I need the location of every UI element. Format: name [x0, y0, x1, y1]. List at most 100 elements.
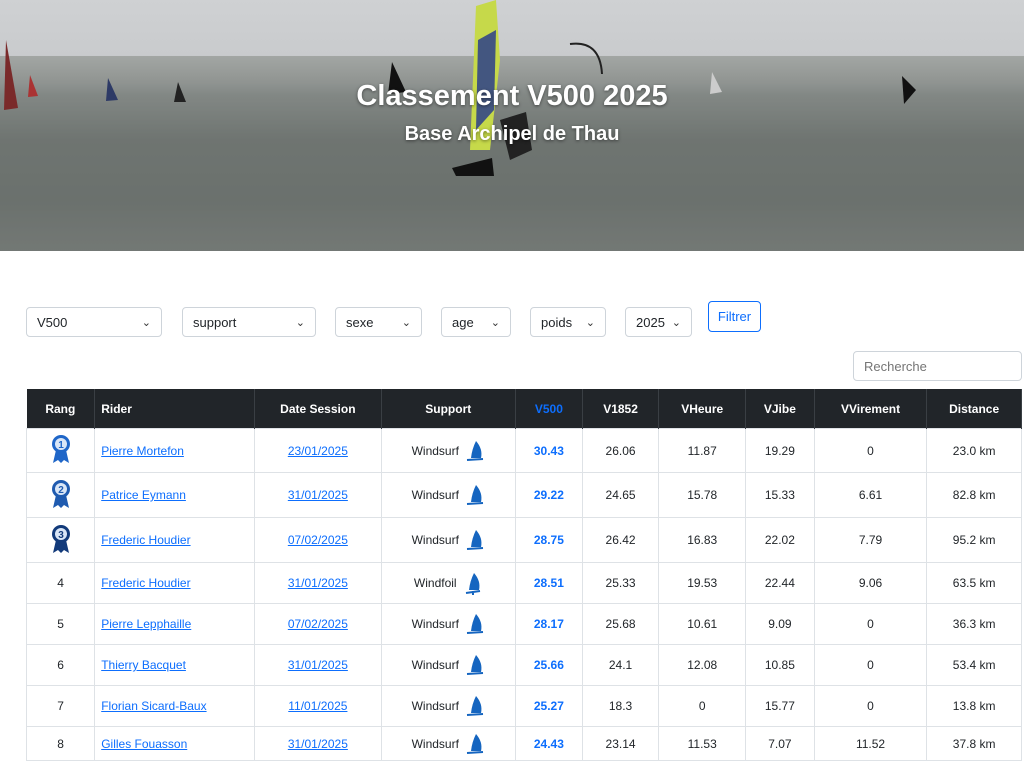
- rider-cell: Thierry Bacquet: [94, 644, 256, 686]
- rider-link[interactable]: Patrice Eymann: [101, 488, 186, 502]
- windsurf-icon: [466, 530, 483, 550]
- windsurf-icon: [466, 485, 483, 505]
- vvirement-cell: 7.79: [813, 517, 928, 563]
- rider-cell: Frederic Houdier: [94, 562, 256, 604]
- session-date-link[interactable]: 23/01/2025: [288, 444, 348, 458]
- session-date-link[interactable]: 07/02/2025: [288, 617, 348, 631]
- vheure-cell: 11.87: [658, 428, 747, 473]
- rider-link[interactable]: Gilles Fouasson: [101, 737, 187, 751]
- vvirement-cell: 0: [813, 603, 928, 645]
- v500-cell: 30.43: [515, 428, 583, 473]
- session-date-link[interactable]: 11/01/2025: [288, 699, 347, 713]
- table-row: 5 Pierre Lepphaille 07/02/2025 Windsurf 28.1…: [25, 603, 1022, 645]
- header-vjibe[interactable]: VJibe: [745, 389, 815, 429]
- vjibe-cell: 19.29: [745, 428, 815, 473]
- rank-cell: 7: [25, 685, 96, 727]
- support-cell: Windsurf: [380, 644, 517, 686]
- header-v1852[interactable]: V1852: [582, 389, 660, 429]
- date-cell: 31/01/2025: [254, 472, 382, 518]
- rider-link[interactable]: Thierry Bacquet: [101, 658, 186, 672]
- support-cell: Windsurf: [380, 428, 517, 473]
- table-row: 3 Frederic Houdier 07/02/2025 Windsurf 28.75…: [25, 517, 1022, 563]
- vheure-cell: 15.78: [658, 472, 747, 518]
- rank-cell: 4: [25, 562, 96, 604]
- rider-link[interactable]: Frederic Houdier: [101, 533, 190, 547]
- table-row: 1 Pierre Mortefon 23/01/2025 Windsurf 30.43 2…: [25, 428, 1022, 473]
- session-date-link[interactable]: 31/01/2025: [288, 658, 348, 672]
- vheure-cell: 11.53: [658, 726, 747, 761]
- sexe-select[interactable]: sexe ⌄: [335, 307, 422, 337]
- vvirement-cell: 0: [813, 644, 928, 686]
- support-label: Windsurf: [411, 699, 459, 713]
- v1852-cell: 23.14: [581, 726, 660, 761]
- session-date-link[interactable]: 31/01/2025: [288, 737, 348, 751]
- support-cell: Windfoil: [380, 562, 517, 604]
- support-label: Windfoil: [413, 576, 457, 590]
- support-select[interactable]: support ⌄: [182, 307, 316, 337]
- session-date-link[interactable]: 31/01/2025: [288, 576, 348, 590]
- vheure-cell: 10.61: [658, 603, 747, 645]
- support-cell: Windsurf: [380, 726, 517, 761]
- medal-rank-number: 2: [58, 485, 64, 496]
- age-select[interactable]: age ⌄: [441, 307, 511, 337]
- header-v500[interactable]: V500: [515, 389, 583, 429]
- filter-button[interactable]: Filtrer: [708, 301, 761, 332]
- rider-cell: Frederic Houdier: [94, 517, 256, 563]
- header-rang[interactable]: Rang: [26, 389, 96, 429]
- sexe-select-value: sexe: [346, 315, 374, 330]
- rider-cell: Florian Sicard-Baux: [94, 685, 256, 727]
- vvirement-cell: 0: [813, 685, 928, 727]
- distance-cell: 36.3 km: [926, 603, 1022, 645]
- header-date-session[interactable]: Date Session: [254, 389, 382, 429]
- rider-link[interactable]: Pierre Lepphaille: [101, 617, 191, 631]
- poids-select-value: poids: [541, 315, 573, 330]
- year-select[interactable]: 2025 ⌄: [625, 307, 692, 337]
- search-input[interactable]: [853, 351, 1022, 381]
- windsurf-icon: [466, 655, 483, 675]
- vheure-cell: 12.08: [658, 644, 747, 686]
- session-date-link[interactable]: 31/01/2025: [288, 488, 348, 502]
- distance-cell: 53.4 km: [926, 644, 1022, 686]
- session-date-link[interactable]: 07/02/2025: [288, 533, 348, 547]
- windsurf-icon: [466, 696, 483, 716]
- v500-cell: 29.22: [515, 472, 583, 518]
- support-cell: Windsurf: [380, 517, 517, 563]
- rank-cell: 2: [25, 472, 96, 518]
- support-select-value: support: [193, 315, 237, 330]
- poids-select[interactable]: poids ⌄: [530, 307, 606, 337]
- rider-link[interactable]: Frederic Houdier: [101, 576, 190, 590]
- v1852-cell: 26.42: [581, 517, 660, 563]
- vjibe-cell: 22.02: [745, 517, 815, 563]
- v500-cell: 28.17: [515, 603, 583, 645]
- support-cell: Windsurf: [380, 603, 517, 645]
- support-cell: Windsurf: [380, 685, 517, 727]
- vjibe-cell: 7.07: [745, 726, 815, 761]
- table-row: 6 Thierry Bacquet 31/01/2025 Windsurf 25.66 2…: [25, 644, 1022, 686]
- vvirement-cell: 6.61: [813, 472, 928, 518]
- rider-link[interactable]: Pierre Mortefon: [101, 444, 184, 458]
- rider-cell: Patrice Eymann: [94, 472, 256, 518]
- chevron-down-icon: ⌄: [585, 317, 595, 329]
- header-rider[interactable]: Rider: [94, 389, 256, 429]
- rider-link[interactable]: Florian Sicard-Baux: [101, 699, 206, 713]
- category-select[interactable]: V500 ⌄: [26, 307, 162, 337]
- support-label: Windsurf: [411, 617, 459, 631]
- header-vvirement[interactable]: VVirement: [814, 389, 928, 429]
- vheure-cell: 0: [658, 685, 747, 727]
- date-cell: 31/01/2025: [254, 644, 382, 686]
- vheure-cell: 19.53: [658, 562, 747, 604]
- header-support[interactable]: Support: [381, 389, 517, 429]
- header-distance[interactable]: Distance: [926, 389, 1022, 429]
- vjibe-cell: 15.77: [745, 685, 815, 727]
- vjibe-cell: 22.44: [745, 562, 815, 604]
- rank-number: 5: [57, 617, 64, 631]
- windfoil-icon: [465, 573, 480, 595]
- support-label: Windsurf: [411, 736, 459, 751]
- header-vheure[interactable]: VHeure: [658, 389, 747, 429]
- rank-cell: 6: [25, 644, 96, 686]
- rank-number: 4: [57, 576, 64, 590]
- medal-rank-number: 3: [58, 530, 64, 541]
- v500-cell: 28.75: [515, 517, 583, 563]
- chevron-down-icon: ⌄: [141, 317, 151, 329]
- v1852-cell: 24.65: [581, 472, 660, 518]
